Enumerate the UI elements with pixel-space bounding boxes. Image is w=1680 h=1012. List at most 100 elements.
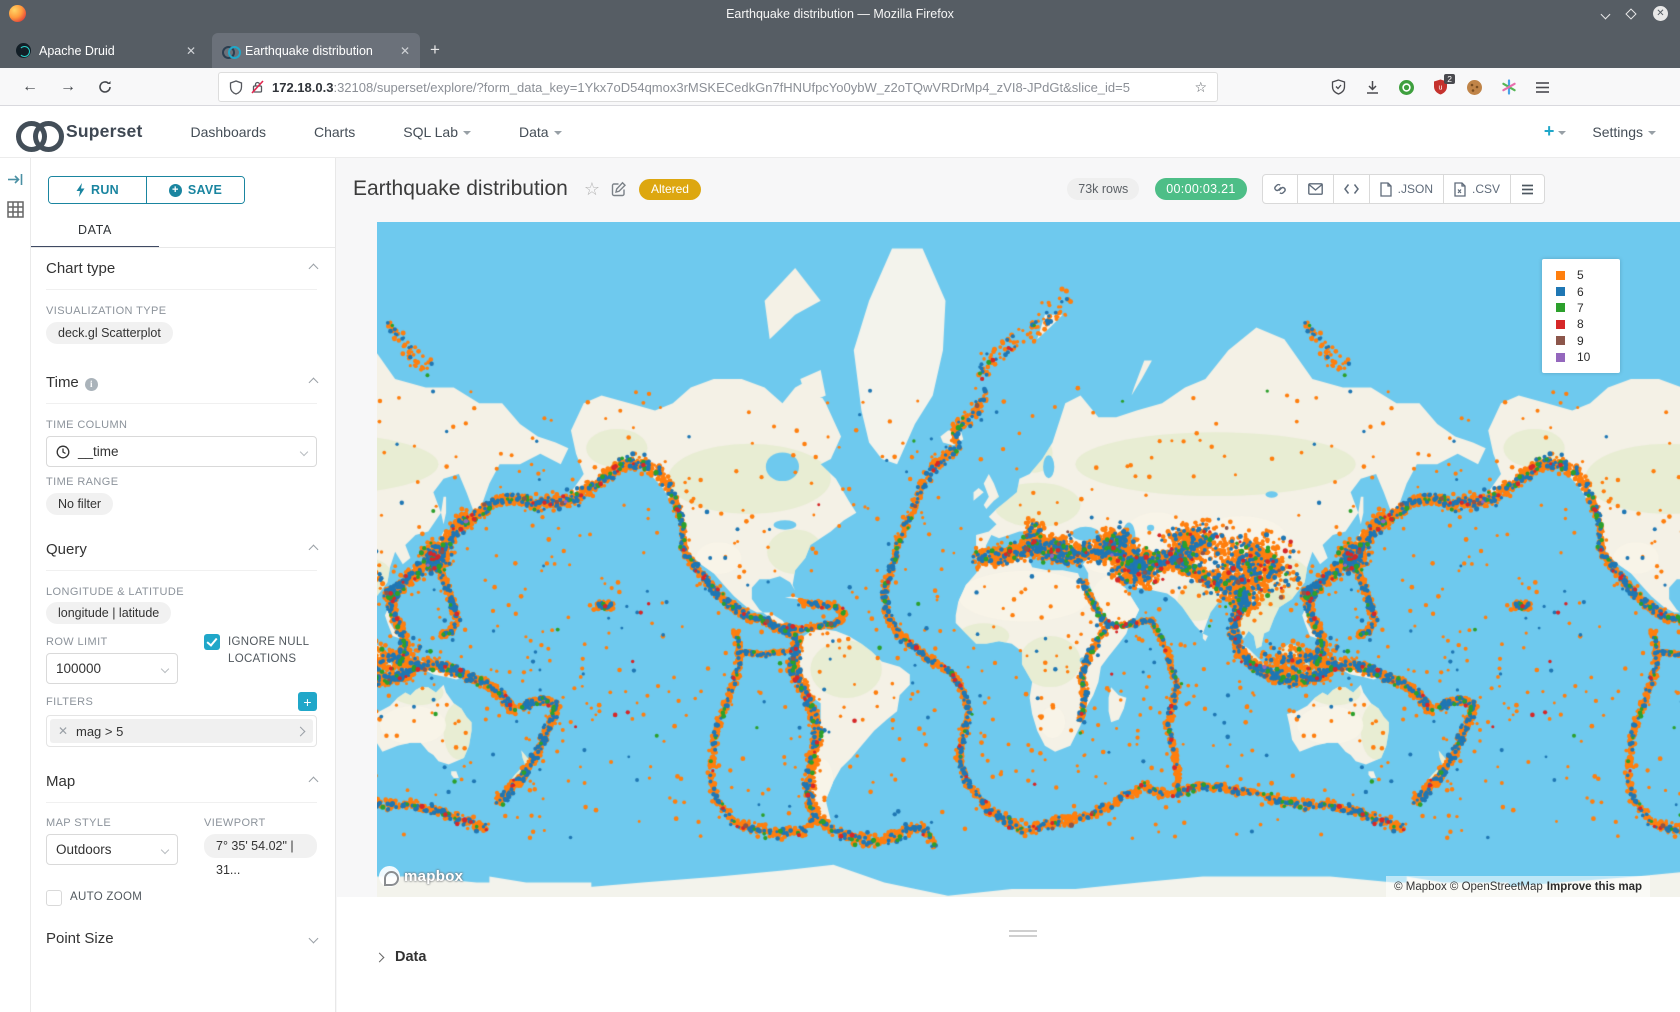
deckgl-scatter-map[interactable]: 5 678910 mapbox © Mapbox © OpenStreetMap … <box>377 222 1680 897</box>
data-collapse-header[interactable]: Data <box>376 949 426 965</box>
map-attribution: © Mapbox © OpenStreetMap Improve this ma… <box>1386 876 1650 897</box>
back-button[interactable]: ← <box>22 78 38 96</box>
window-maximize-button[interactable] <box>1627 7 1635 21</box>
legend-swatch-icon <box>1556 303 1565 312</box>
chart-menu-button[interactable] <box>1510 175 1544 203</box>
legend-item[interactable]: 5 <box>1556 267 1612 283</box>
add-filter-button[interactable]: + <box>298 692 317 711</box>
favorite-star-icon[interactable]: ☆ <box>584 179 600 200</box>
viz-type-value[interactable]: deck.gl Scatterplot <box>46 322 173 344</box>
legend-item[interactable]: 8 <box>1556 316 1612 332</box>
dataset-grid-icon[interactable] <box>7 201 24 218</box>
legend-swatch-icon <box>1556 320 1565 329</box>
time-column-label: TIME COLUMN <box>46 419 317 431</box>
new-tab-button[interactable]: + <box>430 41 440 58</box>
reload-button[interactable] <box>98 80 112 94</box>
legend-value: 5 <box>1577 268 1584 282</box>
new-item-button[interactable]: + <box>1544 121 1567 142</box>
tab-bar: Apache Druid ✕ Earthquake distribution ✕… <box>0 27 1680 68</box>
tab-close-icon[interactable]: ✕ <box>400 44 410 58</box>
filter-value[interactable]: mag > 5 <box>76 724 287 739</box>
svg-text:u: u <box>1439 85 1443 92</box>
viz-type-label: VISUALIZATION TYPE <box>46 305 317 317</box>
mapbox-icon <box>379 866 400 887</box>
superset-navbar: Superset Dashboards Charts SQL Lab Data … <box>0 106 1680 158</box>
menu-hamburger-icon[interactable] <box>1534 79 1551 96</box>
collapse-panel-icon[interactable] <box>7 172 24 187</box>
results-panel: Data <box>337 897 1680 1012</box>
filter-control[interactable]: ✕ mag > 5 <box>46 715 317 747</box>
ignore-null-checkbox[interactable] <box>204 634 220 650</box>
row-limit-select[interactable]: 100000 <box>46 653 178 684</box>
window-close-button[interactable]: ✕ <box>1653 6 1668 21</box>
improve-map-link[interactable]: Improve this map <box>1547 881 1642 893</box>
druid-favicon-icon <box>16 43 31 58</box>
chart-title[interactable]: Earthquake distribution <box>353 177 568 201</box>
plus-circle-icon: + <box>169 184 182 197</box>
file-csv-icon <box>1454 182 1466 197</box>
attribution-text[interactable]: © Mapbox © OpenStreetMap <box>1394 881 1543 893</box>
lock-insecure-icon[interactable] <box>251 80 264 94</box>
nav-data[interactable]: Data <box>519 124 562 140</box>
email-button[interactable] <box>1297 175 1333 203</box>
section-chart-type[interactable]: Chart type <box>46 260 317 290</box>
chevron-up-icon <box>309 545 319 555</box>
downloads-icon[interactable] <box>1364 79 1381 96</box>
extension-green-icon[interactable] <box>1398 79 1415 96</box>
extension-badge: 2 <box>1444 74 1455 84</box>
section-map[interactable]: Map <box>46 773 317 803</box>
auto-zoom-checkbox[interactable] <box>46 890 62 906</box>
nav-charts[interactable]: Charts <box>314 124 355 140</box>
viewport-value[interactable]: 7° 35' 54.02" | 31... <box>204 834 317 858</box>
panel-resize-handle[interactable] <box>1009 927 1037 937</box>
nav-dashboards[interactable]: Dashboards <box>191 124 267 140</box>
ignore-null-label: IGNORE NULL LOCATIONS <box>228 634 317 668</box>
lon-lat-value[interactable]: longitude | latitude <box>46 602 171 624</box>
run-button[interactable]: RUN <box>49 177 146 203</box>
legend-item[interactable]: 6 <box>1556 283 1612 299</box>
row-limit-label: ROW LIMIT <box>46 636 204 648</box>
legend-item[interactable]: 9 <box>1556 333 1612 349</box>
url-text: 172.18.0.3:32108/superset/explore/?form_… <box>272 80 1130 95</box>
section-time[interactable]: Timei <box>46 374 317 404</box>
share-link-button[interactable] <box>1263 175 1297 203</box>
save-button[interactable]: + SAVE <box>146 177 244 203</box>
section-point-size[interactable]: Point Size <box>46 930 317 959</box>
data-panel-label: Data <box>395 949 426 965</box>
forward-button[interactable]: → <box>60 78 76 96</box>
tab-close-icon[interactable]: ✕ <box>186 44 196 58</box>
tracking-shield-icon[interactable] <box>229 80 243 95</box>
time-range-value[interactable]: No filter <box>46 493 113 515</box>
url-bar[interactable]: 172.18.0.3:32108/superset/explore/?form_… <box>218 72 1218 102</box>
nav-sql-lab[interactable]: SQL Lab <box>403 124 471 140</box>
window-minimize-button[interactable] <box>1602 7 1609 21</box>
tab-earthquake-distribution[interactable]: Earthquake distribution ✕ <box>212 33 420 68</box>
altered-badge[interactable]: Altered <box>639 179 701 200</box>
export-csv-button[interactable]: .CSV <box>1443 175 1510 203</box>
export-json-button[interactable]: .JSON <box>1369 175 1443 203</box>
legend-value: 6 <box>1577 285 1584 299</box>
chevron-up-icon <box>309 378 319 388</box>
bookmark-star-icon[interactable]: ☆ <box>1194 79 1207 96</box>
superset-logo-icon[interactable] <box>16 119 60 145</box>
legend-item[interactable]: 10 <box>1556 349 1612 365</box>
protections-shield-icon[interactable] <box>1330 79 1347 96</box>
tab-data[interactable]: DATA <box>31 223 159 248</box>
embed-code-button[interactable] <box>1333 175 1369 203</box>
ublock-shield-icon[interactable]: u 2 <box>1432 79 1449 96</box>
mapbox-logo[interactable]: mapbox <box>379 866 463 887</box>
expand-filter-icon[interactable] <box>287 728 313 735</box>
cookie-extension-icon[interactable] <box>1466 79 1483 96</box>
tab-apache-druid[interactable]: Apache Druid ✕ <box>6 33 206 68</box>
legend-item[interactable]: 7 <box>1556 300 1612 316</box>
clock-icon <box>56 445 70 459</box>
superset-brand[interactable]: Superset <box>66 121 143 142</box>
map-canvas[interactable] <box>377 222 1680 897</box>
settings-menu[interactable]: Settings <box>1592 124 1656 140</box>
edit-title-icon[interactable] <box>611 181 627 197</box>
time-column-select[interactable]: __time <box>46 436 317 467</box>
remove-filter-icon[interactable]: ✕ <box>50 724 76 738</box>
map-style-select[interactable]: Outdoors <box>46 834 178 865</box>
section-query[interactable]: Query <box>46 541 317 571</box>
multicolor-asterisk-icon[interactable] <box>1500 79 1517 96</box>
